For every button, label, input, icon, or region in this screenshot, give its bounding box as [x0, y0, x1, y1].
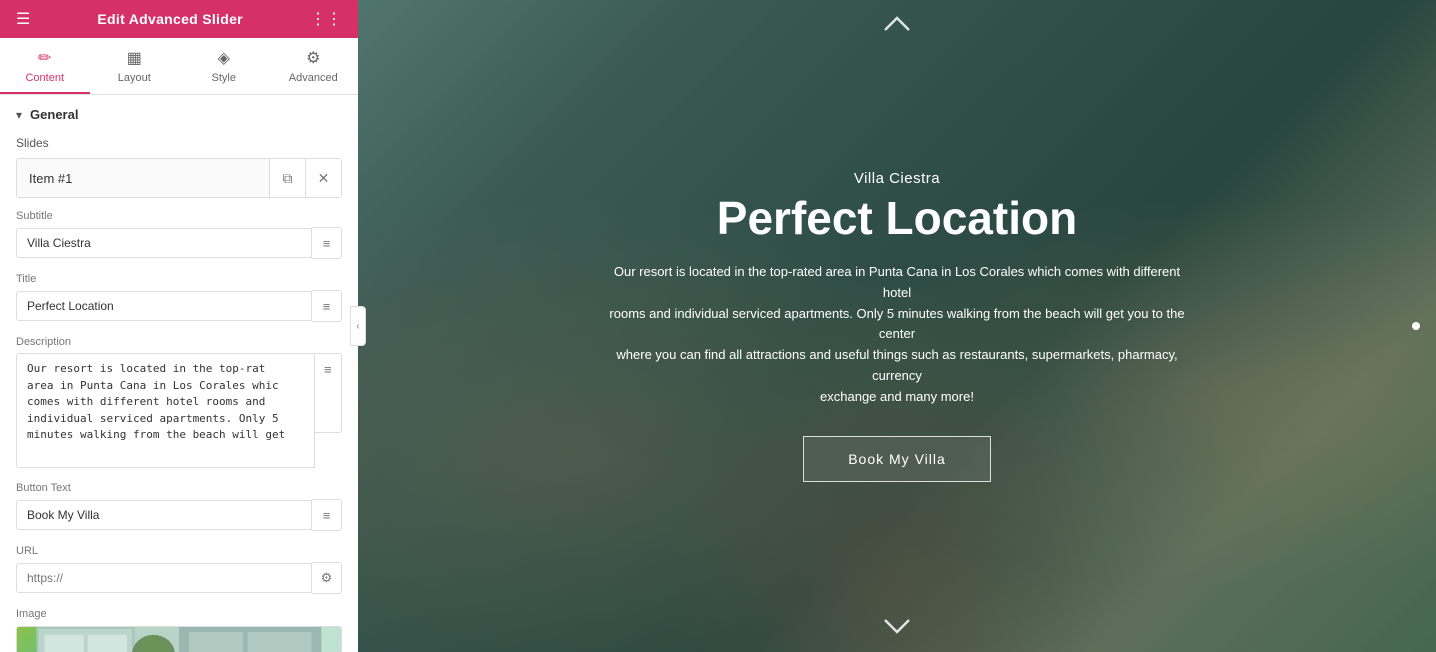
tab-content-label: Content	[25, 72, 64, 84]
title-input[interactable]	[16, 291, 312, 321]
tab-advanced[interactable]: ⚙ Advanced	[269, 38, 359, 94]
button-text-input-row: ≡	[16, 499, 342, 531]
advanced-tab-icon: ⚙	[306, 48, 320, 68]
tab-layout[interactable]: ▦ Layout	[90, 38, 180, 94]
panel-title: Edit Advanced Slider	[97, 11, 243, 27]
slider-cta-button[interactable]: Book My Villa	[803, 436, 991, 482]
slide-item-label: Item #1	[17, 161, 269, 196]
image-preview-inner	[17, 627, 341, 652]
slides-label: Slides	[16, 136, 342, 150]
button-text-align-button[interactable]: ≡	[312, 499, 342, 531]
slider-title: Perfect Location	[607, 193, 1187, 244]
slider-subtitle: Villa Ciestra	[607, 170, 1187, 187]
general-section-header[interactable]: ▾ General	[16, 107, 342, 122]
description-textarea[interactable]: Our resort is located in the top-rat are…	[16, 353, 315, 468]
slider-nav-down[interactable]	[883, 614, 911, 640]
left-panel: ☰ Edit Advanced Slider ⋮⋮ ✏ Content ▦ La…	[0, 0, 358, 652]
grid-icon[interactable]: ⋮⋮	[310, 9, 342, 29]
title-align-button[interactable]: ≡	[312, 290, 342, 322]
description-align-button[interactable]: ≡	[315, 353, 342, 433]
slide-item-row: Item #1 ⧉ ✕	[16, 158, 342, 198]
delete-slide-button[interactable]: ✕	[305, 159, 341, 197]
description-textarea-wrapper: Our resort is located in the top-rat are…	[16, 353, 342, 468]
title-input-row: ≡	[16, 290, 342, 322]
title-field: Title ≡	[16, 273, 342, 322]
tab-layout-label: Layout	[118, 72, 151, 84]
button-text-label: Button Text	[16, 482, 342, 494]
tab-content[interactable]: ✏ Content	[0, 38, 90, 94]
description-label: Description	[16, 336, 342, 348]
subtitle-align-button[interactable]: ≡	[312, 227, 342, 259]
slider-content: Villa Ciestra Perfect Location Our resor…	[567, 170, 1227, 481]
menu-icon[interactable]: ☰	[16, 9, 30, 29]
slider-dot-indicator	[1412, 322, 1420, 330]
subtitle-input-row: ≡	[16, 227, 342, 259]
url-input-row: ⚙	[16, 562, 342, 594]
panel-tabs: ✏ Content ▦ Layout ◈ Style ⚙ Advanced	[0, 38, 358, 95]
subtitle-input[interactable]	[16, 228, 312, 258]
gear-icon: ⚙	[321, 570, 333, 586]
slider-description: Our resort is located in the top-rated a…	[607, 262, 1187, 408]
align-icon: ≡	[323, 508, 331, 523]
chevron-icon: ▾	[16, 108, 22, 122]
url-field: URL ⚙	[16, 545, 342, 594]
panel-header: ☰ Edit Advanced Slider ⋮⋮	[0, 0, 358, 38]
tab-style-label: Style	[212, 72, 236, 84]
slider-background: Villa Ciestra Perfect Location Our resor…	[358, 0, 1436, 652]
align-icon: ≡	[323, 299, 331, 314]
right-area: Villa Ciestra Perfect Location Our resor…	[358, 0, 1436, 652]
align-icon: ≡	[323, 236, 331, 251]
tab-style[interactable]: ◈ Style	[179, 38, 269, 94]
general-section-title: General	[30, 107, 78, 122]
layout-tab-icon: ▦	[127, 48, 142, 68]
image-field: Image	[16, 608, 342, 652]
button-text-field: Button Text ≡	[16, 482, 342, 531]
collapse-icon: ‹	[356, 321, 359, 332]
url-gear-button[interactable]: ⚙	[312, 562, 342, 594]
subtitle-field: Subtitle ≡	[16, 210, 342, 259]
image-preview[interactable]	[16, 626, 342, 652]
tab-advanced-label: Advanced	[289, 72, 338, 84]
copy-slide-button[interactable]: ⧉	[269, 159, 305, 197]
slider-nav-up[interactable]	[883, 12, 911, 38]
collapse-handle[interactable]: ‹	[350, 306, 366, 346]
image-label: Image	[16, 608, 342, 620]
url-input[interactable]	[16, 563, 312, 593]
title-label: Title	[16, 273, 342, 285]
align-icon: ≡	[324, 362, 332, 377]
content-tab-icon: ✏	[38, 48, 51, 68]
copy-icon: ⧉	[283, 170, 293, 187]
style-tab-icon: ◈	[218, 48, 230, 68]
preview-svg	[17, 627, 341, 652]
slider-preview: Villa Ciestra Perfect Location Our resor…	[358, 0, 1436, 652]
delete-icon: ✕	[318, 170, 330, 187]
description-field: Description Our resort is located in the…	[16, 336, 342, 468]
subtitle-label: Subtitle	[16, 210, 342, 222]
url-label: URL	[16, 545, 342, 557]
button-text-input[interactable]	[16, 500, 312, 530]
panel-body: ▾ General Slides Item #1 ⧉ ✕ Subtitle ≡	[0, 95, 358, 652]
